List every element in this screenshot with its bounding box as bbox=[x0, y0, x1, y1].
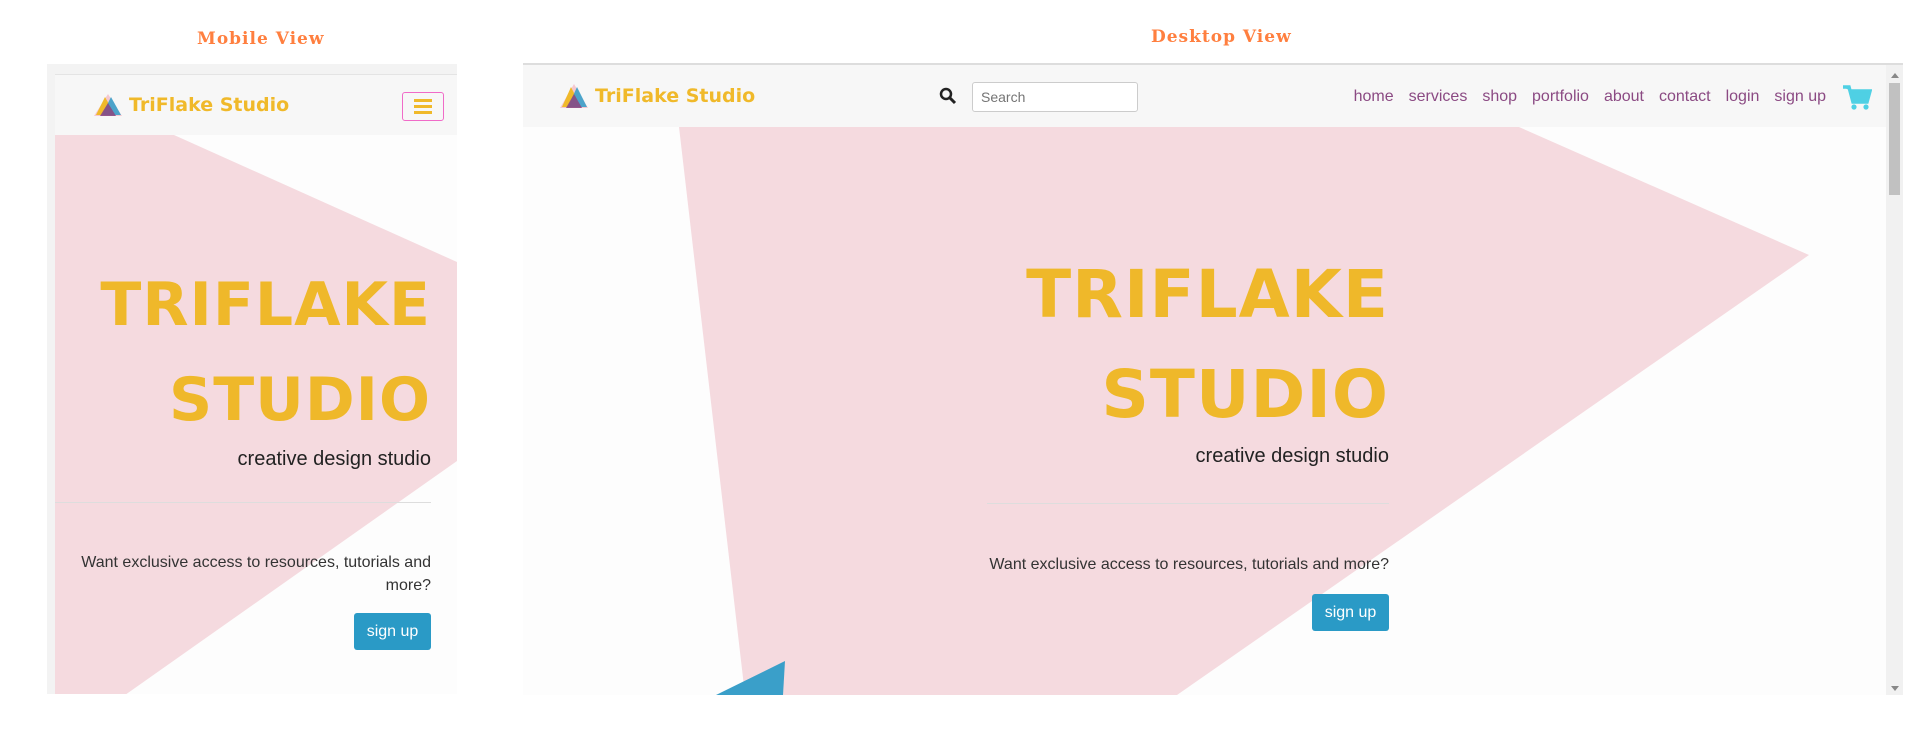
brand-name: TriFlake Studio bbox=[129, 94, 290, 116]
desktop-brand[interactable]: TriFlake Studio bbox=[559, 83, 755, 109]
nav-portfolio[interactable]: portfolio bbox=[1532, 88, 1589, 106]
divider bbox=[987, 503, 1389, 504]
triangle-logo-icon bbox=[560, 84, 588, 108]
brand-name: TriFlake Studio bbox=[595, 85, 756, 107]
hero-message: Want exclusive access to resources, tuto… bbox=[989, 556, 1389, 573]
desktop-navbar: TriFlake Studio home services shop portf… bbox=[523, 65, 1886, 127]
nav-login[interactable]: login bbox=[1726, 88, 1760, 106]
hero-title-line1: TRIFLAKE bbox=[1026, 256, 1389, 333]
triangle-logo-icon bbox=[94, 94, 122, 116]
scrollbar-thumb[interactable] bbox=[1889, 83, 1900, 195]
hamburger-menu-button[interactable] bbox=[402, 92, 444, 121]
divider bbox=[55, 502, 431, 503]
mobile-hero: TRIFLAKE STUDIO creative design studio bbox=[100, 258, 431, 471]
hero-subtitle: creative design studio bbox=[237, 448, 431, 470]
scroll-down-arrow[interactable] bbox=[1891, 686, 1899, 691]
desktop-frame: TriFlake Studio home services shop portf… bbox=[523, 63, 1903, 695]
nav-about[interactable]: about bbox=[1604, 88, 1644, 106]
sign-up-button[interactable]: sign up bbox=[1312, 594, 1389, 631]
hero-title-line2: STUDIO bbox=[169, 365, 431, 435]
nav-shop[interactable]: shop bbox=[1482, 88, 1517, 106]
scroll-up-arrow[interactable] bbox=[1891, 73, 1899, 78]
hero-title-line1: TRIFLAKE bbox=[100, 270, 431, 340]
hero-title-line2: STUDIO bbox=[1101, 356, 1389, 433]
search-input[interactable] bbox=[972, 82, 1138, 112]
hamburger-icon bbox=[414, 105, 432, 108]
mobile-brand[interactable]: TriFlake Studio bbox=[93, 93, 289, 117]
mobile-navbar: TriFlake Studio bbox=[55, 75, 457, 135]
nav-home[interactable]: home bbox=[1354, 88, 1394, 106]
mobile-view-label: Mobile View bbox=[197, 29, 325, 49]
nav-contact[interactable]: contact bbox=[1659, 88, 1711, 106]
cart-icon[interactable] bbox=[1842, 83, 1872, 111]
mobile-frame: TriFlake Studio TRIFLAKE STUDIO creative… bbox=[55, 74, 457, 694]
desktop-view-label: Desktop View bbox=[1151, 27, 1292, 47]
hero-subtitle: creative design studio bbox=[1195, 445, 1389, 467]
scrollbar[interactable] bbox=[1886, 65, 1903, 695]
sign-up-button[interactable]: sign up bbox=[354, 613, 431, 650]
nav-sign-up[interactable]: sign up bbox=[1774, 88, 1826, 106]
search-icon[interactable] bbox=[939, 87, 957, 105]
nav-links: home services shop portfolio about conta… bbox=[1339, 83, 1872, 111]
nav-services[interactable]: services bbox=[1409, 88, 1468, 106]
desktop-hero: TRIFLAKE STUDIO creative design studio bbox=[1026, 245, 1389, 468]
hero-message: Want exclusive access to resources, tuto… bbox=[81, 554, 431, 594]
